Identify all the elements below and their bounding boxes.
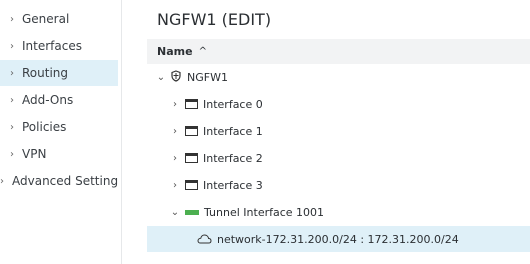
tree-row-root[interactable]: ⌄ NGFW1: [147, 64, 530, 90]
tunnel-interface-icon: [185, 209, 199, 215]
tree-node-label: Interface 3: [203, 178, 263, 192]
interface-icon: [185, 126, 198, 136]
tree-node-label: Interface 2: [203, 151, 263, 165]
page-title: NGFW1 (EDIT): [157, 10, 272, 29]
chevron-right-icon[interactable]: ›: [169, 99, 181, 110]
tree-row-interface-1[interactable]: › Interface 1: [147, 118, 530, 144]
sidebar-item-label: Interfaces: [22, 39, 82, 53]
chevron-down-icon[interactable]: ⌄: [169, 207, 181, 218]
tree-node-label: network-172.31.200.0/24 : 172.31.200.0/2…: [217, 232, 459, 246]
sidebar-item-general[interactable]: › General: [0, 6, 118, 32]
chevron-right-icon: ›: [10, 67, 14, 79]
tree-row-interface-3[interactable]: › Interface 3: [147, 172, 530, 198]
tree-node-label: NGFW1: [187, 70, 228, 84]
sidebar-item-label: Routing: [22, 66, 69, 80]
chevron-right-icon[interactable]: ›: [169, 126, 181, 137]
sidebar-item-policies[interactable]: › Policies: [0, 114, 118, 140]
chevron-right-icon: ›: [10, 121, 14, 133]
sidebar-item-label: VPN: [22, 147, 47, 161]
table-header: Name ^: [147, 39, 530, 64]
chevron-right-icon: ›: [0, 175, 4, 187]
interface-icon: [185, 180, 198, 190]
firewall-icon: [170, 69, 182, 85]
sidebar-item-label: Add-Ons: [22, 93, 74, 107]
sidebar-item-vpn[interactable]: › VPN: [0, 141, 118, 167]
tree-node-label: Interface 1: [203, 124, 263, 138]
tree-row-interface-2[interactable]: › Interface 2: [147, 145, 530, 171]
sort-ascending-icon[interactable]: ^: [199, 46, 207, 57]
cloud-icon: [197, 234, 212, 244]
sidebar-item-label: Advanced Setting: [12, 174, 118, 188]
sidebar-item-label: General: [22, 12, 70, 26]
tree-node-label: Tunnel Interface 1001: [204, 205, 325, 219]
main-panel: NGFW1 (EDIT) Name ^ ⌄ NGFW1 › Interface …: [147, 0, 530, 264]
chevron-right-icon: ›: [10, 148, 14, 160]
tree-row-tunnel-interface[interactable]: ⌄ Tunnel Interface 1001: [147, 199, 530, 225]
chevron-down-icon[interactable]: ⌄: [155, 72, 167, 83]
chevron-right-icon[interactable]: ›: [169, 180, 181, 191]
sidebar-item-advanced-setting[interactable]: › Advanced Setting: [0, 168, 118, 194]
chevron-right-icon: ›: [10, 13, 14, 25]
tree-node-label: Interface 0: [203, 97, 263, 111]
sidebar: › General › Interfaces › Routing › Add-O…: [0, 0, 122, 264]
chevron-right-icon: ›: [10, 94, 14, 106]
interface-icon: [185, 99, 198, 109]
interface-icon: [185, 153, 198, 163]
chevron-right-icon[interactable]: ›: [169, 153, 181, 164]
tree-row-network[interactable]: network-172.31.200.0/24 : 172.31.200.0/2…: [147, 226, 530, 252]
sidebar-item-label: Policies: [22, 120, 67, 134]
sidebar-item-add-ons[interactable]: › Add-Ons: [0, 87, 118, 113]
tree-row-interface-0[interactable]: › Interface 0: [147, 91, 530, 117]
column-header-name[interactable]: Name: [157, 45, 193, 58]
sidebar-item-routing[interactable]: › Routing: [0, 60, 118, 86]
chevron-right-icon: ›: [10, 40, 14, 52]
sidebar-item-interfaces[interactable]: › Interfaces: [0, 33, 118, 59]
